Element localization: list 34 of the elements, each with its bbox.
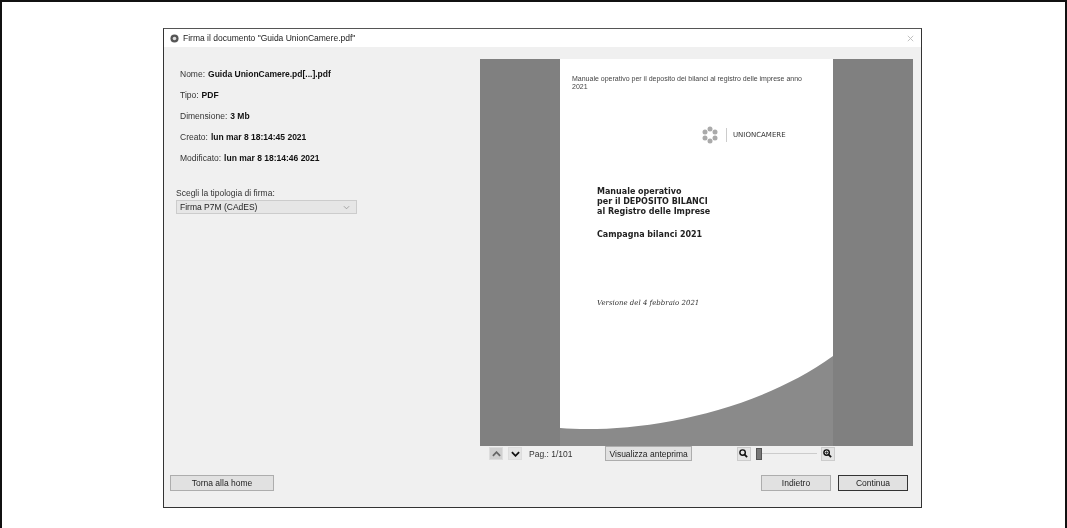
field-value: lun mar 8 18:14:46 2021	[224, 153, 320, 164]
page-counter: Pag.: 1/101	[529, 448, 573, 459]
field-label: Dimensione:	[180, 111, 228, 122]
page-up-button[interactable]	[489, 447, 503, 460]
flower-logo-icon	[700, 125, 720, 145]
document-title-line: per il DEPOSITO BILANCI	[597, 197, 709, 207]
zoom-in-button[interactable]	[820, 446, 835, 461]
caret-down-icon	[510, 450, 520, 457]
field-value: PDF	[201, 90, 219, 101]
dialog-button[interactable]: Torna alla home	[170, 474, 274, 491]
app-icon	[170, 33, 179, 43]
zoom-slider[interactable]	[754, 446, 817, 461]
field-value: lun mar 8 18:14:45 2021	[210, 132, 307, 143]
document-title-line: al Registro delle Imprese	[597, 207, 712, 217]
magnifier-icon	[739, 449, 749, 458]
zoom-out-button[interactable]	[736, 446, 751, 461]
caret-up-icon	[491, 450, 501, 457]
chevron-icon	[343, 204, 350, 210]
document-subtitle: Campagna bilanci 2021	[597, 230, 704, 239]
signature-type-dropdown[interactable]: Firma P7M (CAdES)	[176, 200, 357, 214]
field-value: Guida UnionCamere.pd[...].pdf	[208, 69, 331, 80]
dialog-button[interactable]: Continua	[838, 474, 908, 491]
window-title: Firma il documento "Guida UnionCamere.pdf"	[183, 33, 357, 43]
preview-button[interactable]: Visualizza anteprima	[605, 446, 692, 461]
field-label: Tipo:	[180, 90, 199, 101]
page-down-button[interactable]	[508, 447, 522, 460]
field-value: 3 Mb	[230, 111, 250, 122]
dialog-button[interactable]: Indietro	[761, 474, 831, 491]
field-label: Creato:	[180, 132, 208, 143]
magnifier-icon	[823, 449, 833, 458]
document-title-line: Manuale operativo	[597, 187, 683, 197]
field-label: Scegli la tipologia di firma:	[176, 188, 276, 198]
field-label: Nome:	[180, 69, 206, 80]
field-label: Modificato:	[180, 153, 222, 164]
